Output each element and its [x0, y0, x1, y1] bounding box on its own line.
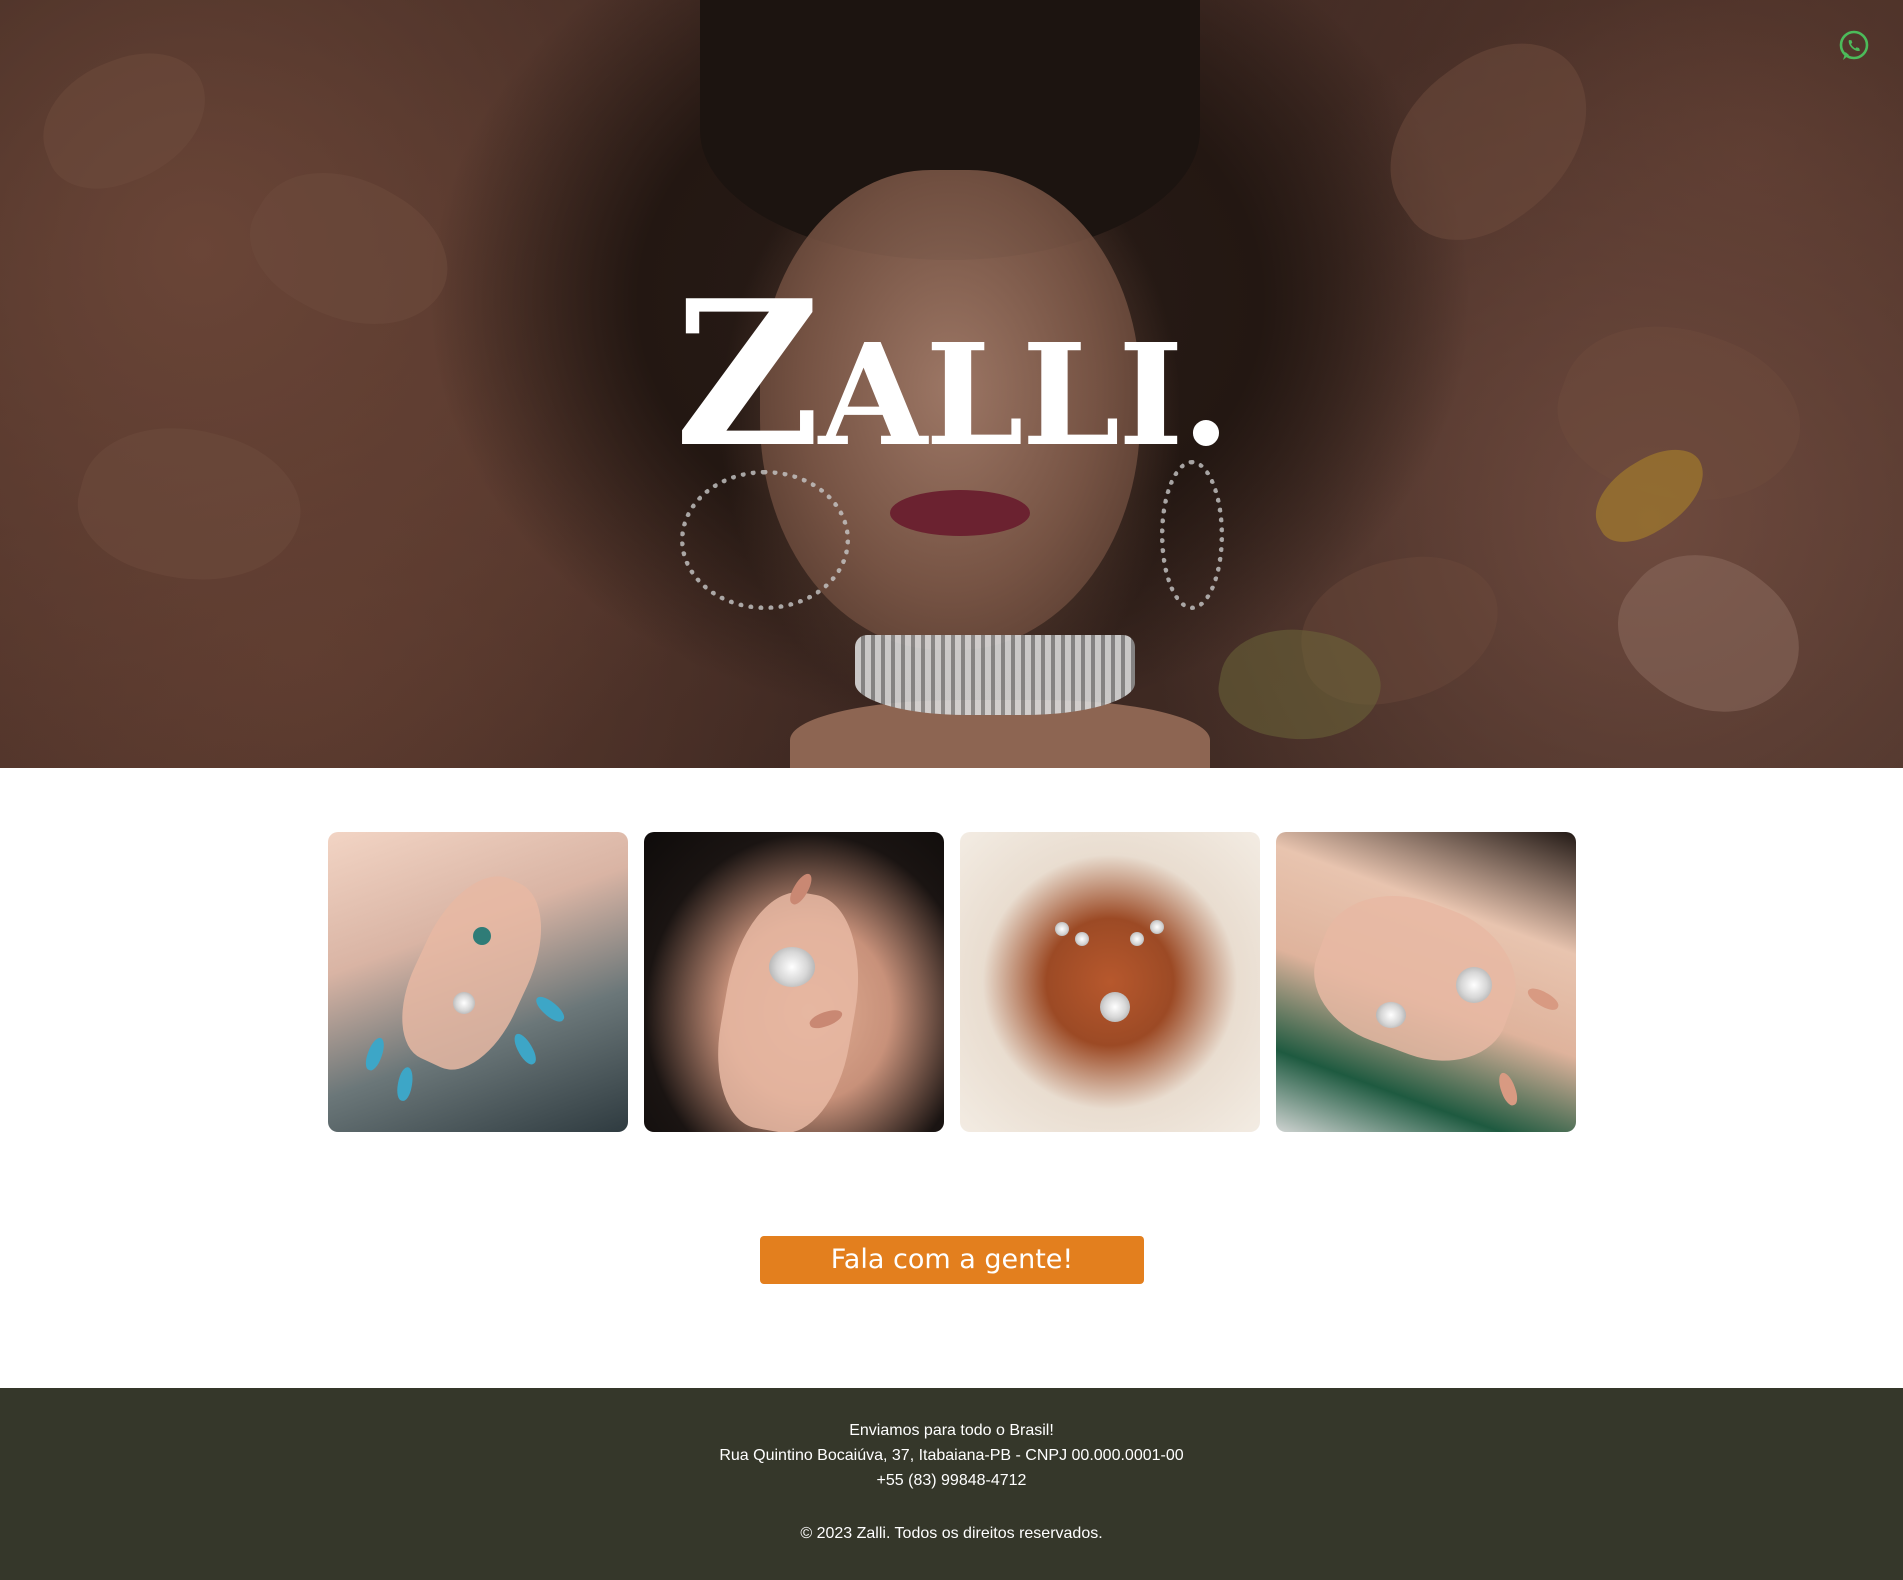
hand-shape	[704, 882, 874, 1132]
heart-pendant	[1100, 992, 1130, 1022]
hero-banner: ZALLI.	[0, 0, 1903, 768]
hand-shape	[1296, 872, 1536, 1082]
ring-gem	[473, 927, 491, 945]
hand-shape	[380, 858, 566, 1086]
whatsapp-button[interactable]	[1837, 29, 1871, 63]
gallery-image-flower-ring	[644, 832, 944, 1132]
ring-gem	[1456, 967, 1492, 1003]
product-gallery	[328, 832, 1576, 1132]
footer-copyright: © 2023 Zalli. Todos os direitos reservad…	[800, 1525, 1103, 1542]
site-footer: Enviamos para todo o Brasil! Rua Quintin…	[0, 1388, 1903, 1580]
hoop-earring-right	[1160, 460, 1224, 610]
lips-shape	[890, 490, 1030, 536]
gallery-image-rings-blue-nails	[328, 832, 628, 1132]
leaf-decoration	[1354, 11, 1626, 269]
pearl	[1150, 920, 1164, 934]
brand-logo-initial: Z	[674, 257, 821, 492]
nail-shape	[1524, 984, 1562, 1014]
nail-shape	[510, 1030, 540, 1068]
ring-gem	[1376, 1002, 1406, 1028]
nail-shape	[395, 1066, 415, 1102]
brand-logo-rest: ALLI.	[818, 314, 1231, 478]
nail-shape	[1495, 1070, 1521, 1108]
footer-shipping-text: Enviamos para todo o Brasil!	[849, 1422, 1054, 1439]
pearl	[1130, 932, 1144, 946]
pearl	[1055, 922, 1069, 936]
choker-necklace	[855, 635, 1135, 715]
ring-gem	[769, 947, 815, 987]
brand-logo: ZALLI.	[0, 275, 1903, 475]
pearl	[1075, 932, 1089, 946]
contact-us-button[interactable]: Fala com a gente!	[760, 1236, 1144, 1284]
ring-gem	[453, 992, 475, 1014]
gallery-image-diamond-rings	[1276, 832, 1576, 1132]
nail-shape	[362, 1035, 388, 1073]
footer-address: Rua Quintino Bocaiúva, 37, Itabaiana-PB …	[719, 1447, 1184, 1464]
gallery-image-pearl-necklace	[960, 832, 1260, 1132]
footer-info: Enviamos para todo o Brasil! Rua Quintin…	[0, 1388, 1903, 1493]
footer-phone: +55 (83) 99848-4712	[876, 1472, 1027, 1489]
leaf-decoration	[24, 34, 226, 206]
nail-shape	[532, 992, 568, 1026]
leaf-decoration	[1592, 519, 1828, 751]
whatsapp-icon	[1839, 30, 1869, 60]
